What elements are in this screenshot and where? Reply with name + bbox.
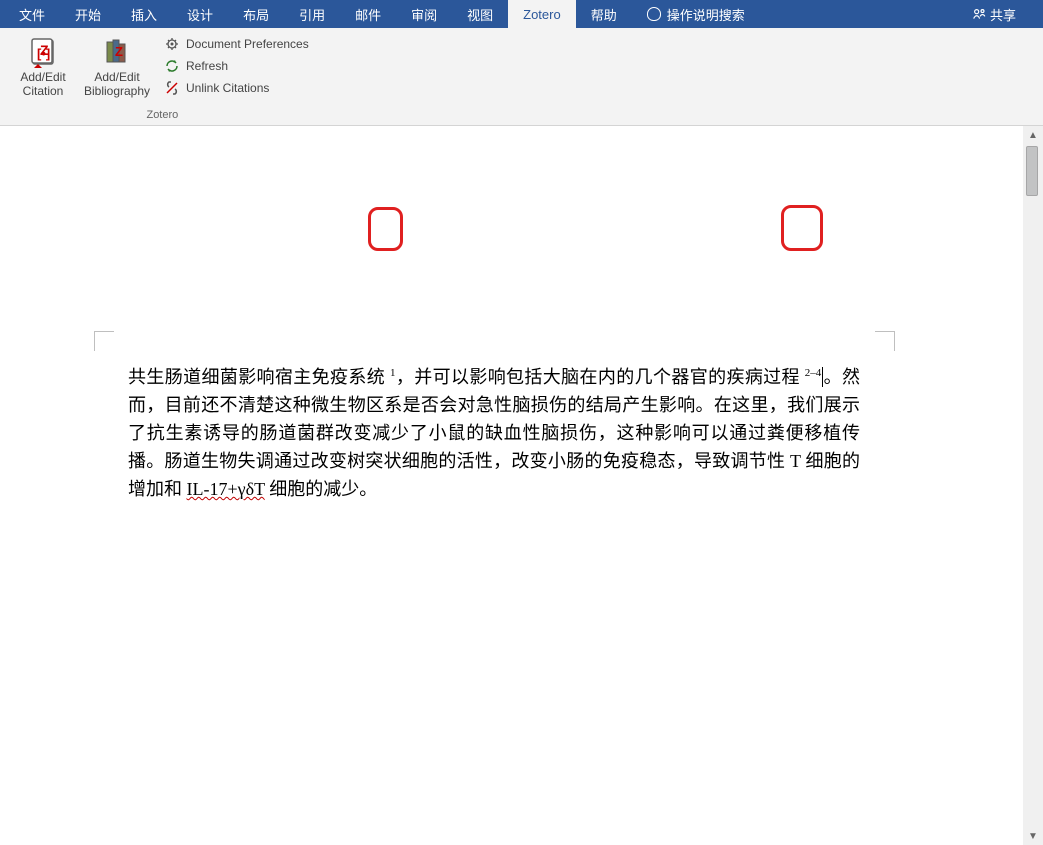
refresh-button[interactable]: Refresh: [160, 56, 313, 76]
menu-review[interactable]: 审阅: [396, 0, 452, 28]
menu-help[interactable]: 帮助: [576, 0, 632, 28]
ribbon: [•] Z Add/Edit Citation Z: [0, 28, 1043, 126]
svg-text:Z: Z: [40, 42, 49, 58]
menu-label: 邮件: [355, 5, 381, 24]
menu-label: 插入: [131, 5, 157, 24]
share-button[interactable]: 共享: [957, 0, 1031, 28]
menu-zotero[interactable]: Zotero: [508, 0, 576, 28]
share-label: 共享: [990, 5, 1016, 24]
tell-me-label: 操作说明搜索: [667, 5, 745, 24]
refresh-icon: [164, 58, 180, 74]
menu-left: 文件 开始 插入 设计 布局 引用 邮件 审阅 视图 Zotero 帮助 操作说…: [4, 0, 760, 28]
menu-right: 共享: [957, 0, 1043, 28]
menu-design[interactable]: 设计: [172, 0, 228, 28]
small-button-label: Document Preferences: [186, 37, 309, 51]
ribbon-small-buttons: Document Preferences Refresh Unlink Cita…: [160, 32, 313, 98]
gear-icon: [164, 36, 180, 52]
menu-bar: 文件 开始 插入 设计 布局 引用 邮件 审阅 视图 Zotero 帮助 操作说…: [0, 0, 1043, 28]
big-button-line1: Add/Edit: [94, 70, 139, 84]
menu-label: 引用: [299, 5, 325, 24]
text-segment: 共生肠道细菌影响宿主免疫系统: [128, 367, 390, 387]
small-button-label: Unlink Citations: [186, 81, 269, 95]
page-margin-corner: [875, 331, 895, 351]
ribbon-group-zotero: [•] Z Add/Edit Citation Z: [6, 32, 319, 125]
menu-home[interactable]: 开始: [60, 0, 116, 28]
add-edit-bibliography-button[interactable]: Z Add/Edit Bibliography: [78, 32, 156, 103]
menu-label: 文件: [19, 5, 45, 24]
share-icon: [972, 7, 986, 21]
spellcheck-squiggle-text[interactable]: IL-17+γδT: [187, 479, 265, 499]
menu-mailings[interactable]: 邮件: [340, 0, 396, 28]
menu-insert[interactable]: 插入: [116, 0, 172, 28]
menu-label: 帮助: [591, 5, 617, 24]
svg-text:Z: Z: [115, 44, 123, 59]
big-button-line2: Citation: [23, 84, 64, 98]
add-edit-citation-button[interactable]: [•] Z Add/Edit Citation: [12, 32, 74, 103]
text-segment: 细胞的减少。: [265, 479, 378, 499]
small-button-label: Refresh: [186, 59, 228, 73]
document-preferences-button[interactable]: Document Preferences: [160, 34, 313, 54]
menu-label: 布局: [243, 5, 269, 24]
big-button-line2: Bibliography: [84, 84, 150, 98]
menu-references[interactable]: 引用: [284, 0, 340, 28]
scroll-track[interactable]: [1023, 144, 1043, 827]
document-area[interactable]: 共生肠道细菌影响宿主免疫系统 1，并可以影响包括大脑在内的几个器官的疾病过程 2…: [0, 126, 1023, 845]
ribbon-group-label: Zotero: [12, 107, 313, 123]
text-segment: ，并可以影响包括大脑在内的几个器官的疾病过程: [396, 367, 805, 387]
unlink-citations-button[interactable]: Unlink Citations: [160, 78, 313, 98]
citation-icon: [•] Z: [27, 36, 59, 68]
page-margin-corner: [94, 331, 114, 351]
ribbon-group-content: [•] Z Add/Edit Citation Z: [12, 32, 313, 107]
menu-label: 开始: [75, 5, 101, 24]
unlink-icon: [164, 80, 180, 96]
vertical-scrollbar[interactable]: ▲ ▼: [1023, 126, 1043, 845]
lightbulb-icon: [647, 7, 661, 21]
menu-label: 视图: [467, 5, 493, 24]
scroll-thumb[interactable]: [1026, 146, 1038, 196]
citation-marker-2[interactable]: 2–4: [805, 367, 822, 379]
big-button-line1: Add/Edit: [20, 70, 65, 84]
menu-layout[interactable]: 布局: [228, 0, 284, 28]
menu-label: 审阅: [411, 5, 437, 24]
document-body-text[interactable]: 共生肠道细菌影响宿主免疫系统 1，并可以影响包括大脑在内的几个器官的疾病过程 2…: [128, 363, 860, 503]
menu-file[interactable]: 文件: [4, 0, 60, 28]
menu-label: Zotero: [523, 7, 561, 22]
menu-label: 设计: [187, 5, 213, 24]
scroll-up-button[interactable]: ▲: [1024, 126, 1042, 144]
scroll-down-button[interactable]: ▼: [1024, 827, 1042, 845]
menu-tell-me[interactable]: 操作说明搜索: [632, 0, 760, 28]
menu-view[interactable]: 视图: [452, 0, 508, 28]
bibliography-icon: Z: [101, 36, 133, 68]
